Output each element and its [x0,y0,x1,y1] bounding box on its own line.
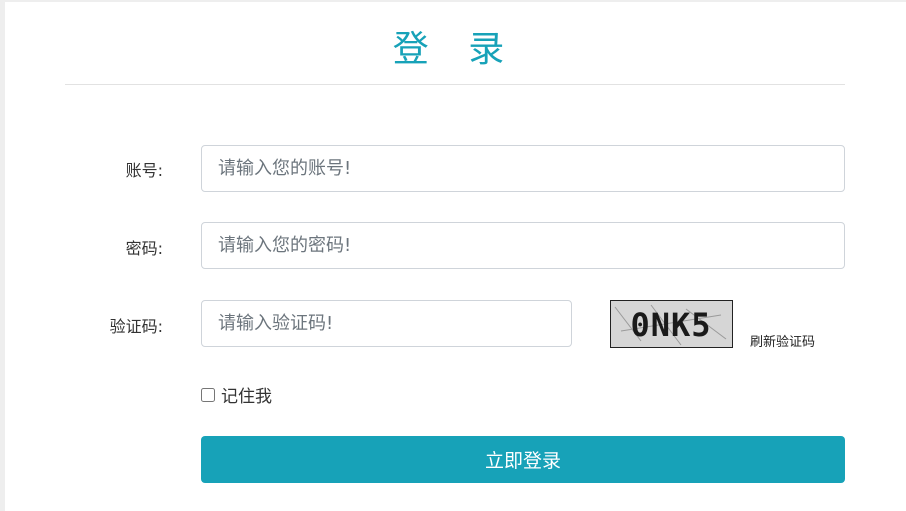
account-label: 账号: [125,161,163,180]
captcha-text: 0NK5 [630,306,711,344]
login-panel: 登 录 账号: 密码: 验证码: 0NK5 刷新验证码 记住我 立即登录 [5,2,906,511]
account-input[interactable] [201,145,845,192]
login-button[interactable]: 立即登录 [201,436,845,483]
password-label: 密码: [125,239,163,258]
captcha-image[interactable]: 0NK5 [610,300,733,348]
page-title: 登 录 [392,29,519,70]
remember-me[interactable]: 记住我 [201,382,272,407]
captcha-label: 验证码: [109,317,163,336]
refresh-captcha-link[interactable]: 刷新验证码 [750,331,815,350]
remember-label: 记住我 [221,387,272,407]
remember-checkbox[interactable] [201,387,215,402]
captcha-input[interactable] [201,300,572,347]
password-input[interactable] [201,222,845,269]
divider [65,84,845,85]
